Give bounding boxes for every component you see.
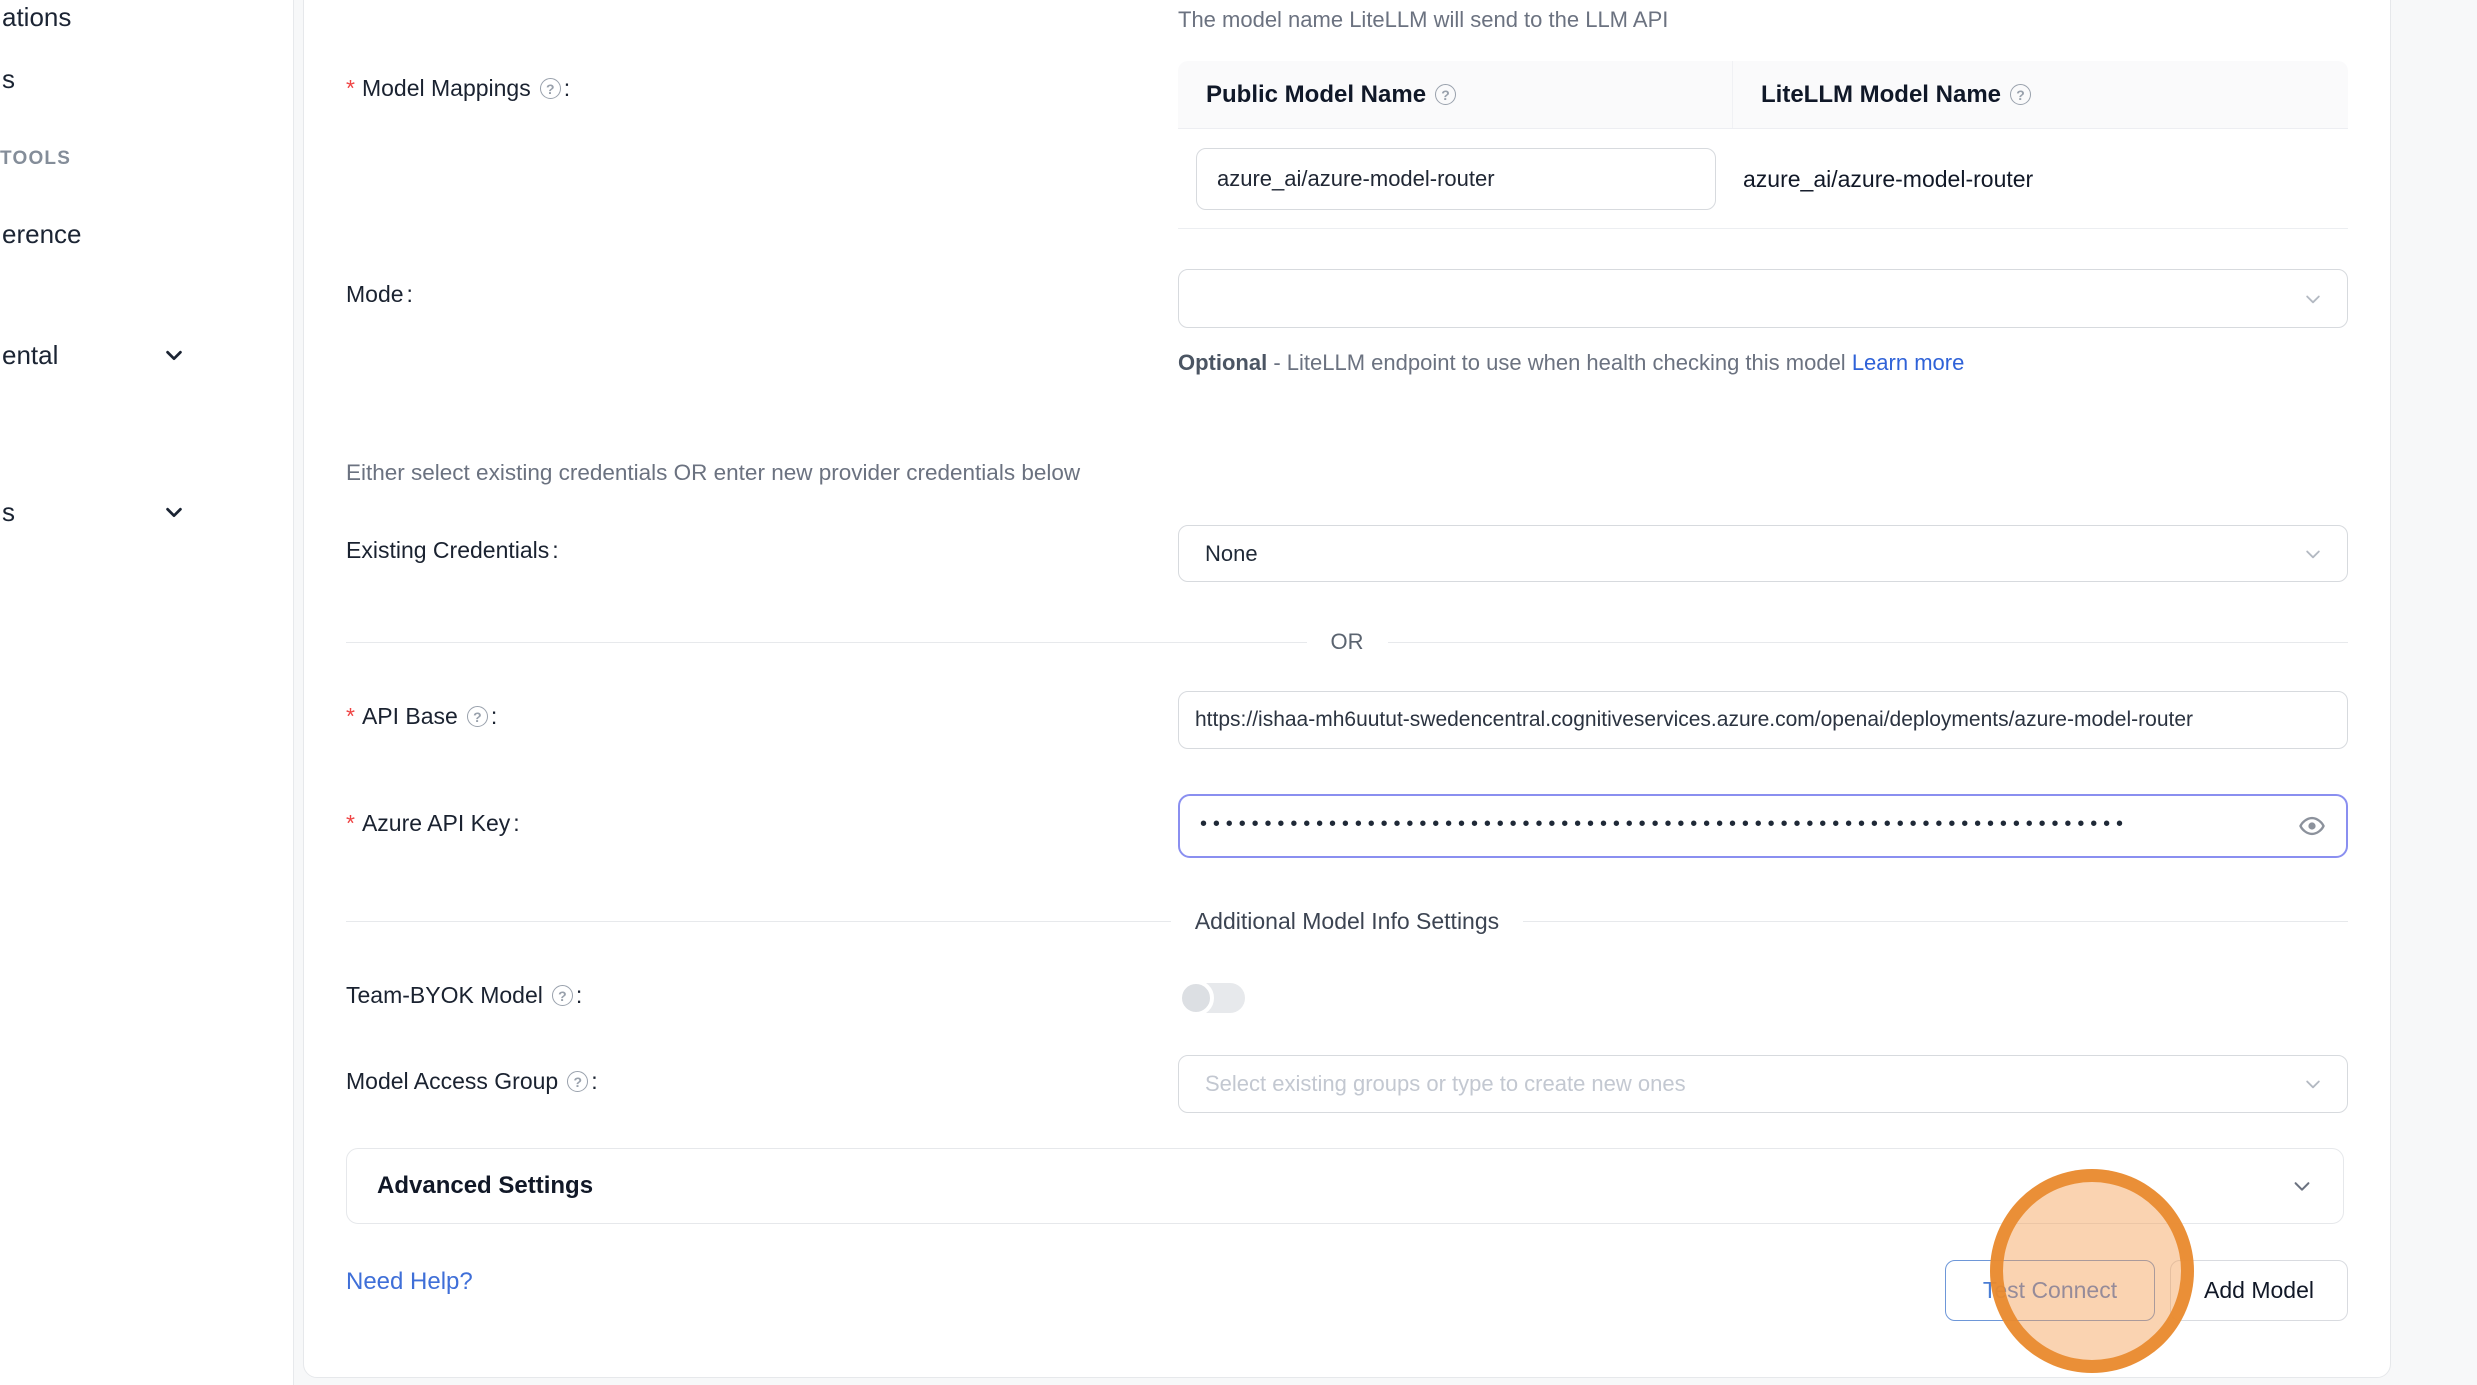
azure-api-key-label: * Azure API Key : xyxy=(346,810,520,837)
api-base-input[interactable]: https://ishaa-mh6uutut-swedencentral.cog… xyxy=(1178,691,2348,749)
chevron-down-icon xyxy=(2303,544,2323,564)
credentials-note: Either select existing credentials OR en… xyxy=(346,460,1080,486)
mode-select[interactable] xyxy=(1178,269,2348,328)
existing-credentials-label: Existing Credentials: xyxy=(346,537,559,564)
column-public-model-name: Public Model Name ? xyxy=(1178,81,1732,109)
sidebar-item-s2[interactable]: s xyxy=(2,497,15,528)
or-divider: OR xyxy=(346,629,2348,655)
team-byok-label: Team-BYOK Model ? : xyxy=(346,982,582,1009)
sidebar-item-erence[interactable]: erence xyxy=(2,219,82,250)
team-byok-toggle[interactable] xyxy=(1181,983,1245,1013)
litellm-model-name-value: azure_ai/azure-model-router xyxy=(1743,129,2033,229)
table-row: azure_ai/azure-model-router xyxy=(1178,129,2348,229)
eye-icon[interactable] xyxy=(2298,812,2326,840)
model-access-group-select[interactable]: Select existing groups or type to create… xyxy=(1178,1055,2348,1113)
help-icon[interactable]: ? xyxy=(467,706,488,727)
page: ations s TOOLS erence ental s The model … xyxy=(0,0,2477,1385)
divider-line xyxy=(1388,642,2349,643)
mode-helper-text: Optional - LiteLLM endpoint to use when … xyxy=(1178,343,2008,383)
help-icon[interactable]: ? xyxy=(540,78,561,99)
chevron-down-icon xyxy=(2291,1175,2313,1197)
chevron-down-icon xyxy=(2303,289,2323,309)
chevron-down-icon xyxy=(2303,1074,2323,1094)
need-help-link[interactable]: Need Help? xyxy=(346,1268,473,1296)
divider-line xyxy=(346,921,1171,922)
required-asterisk: * xyxy=(346,810,355,837)
highlight-circle xyxy=(1990,1169,2194,1373)
sidebar-item-s1[interactable]: s xyxy=(2,64,15,95)
chevron-down-icon[interactable] xyxy=(163,501,185,523)
sidebar-item-ations[interactable]: ations xyxy=(2,2,71,33)
help-icon[interactable]: ? xyxy=(567,1071,588,1092)
divider-line xyxy=(346,642,1307,643)
sidebar: ations s TOOLS erence ental s xyxy=(0,0,294,1385)
toggle-knob xyxy=(1178,980,1214,1016)
help-icon[interactable]: ? xyxy=(552,985,573,1006)
sidebar-section-tools: TOOLS xyxy=(0,148,71,170)
azure-api-key-input[interactable]: ••••••••••••••••••••••••••••••••••••••••… xyxy=(1178,794,2348,858)
model-mappings-label: * Model Mappings ? : xyxy=(346,75,570,102)
help-icon[interactable]: ? xyxy=(2010,84,2031,105)
divider-line xyxy=(1523,921,2348,922)
mode-label: Mode: xyxy=(346,281,413,308)
required-asterisk: * xyxy=(346,703,355,730)
existing-credentials-select[interactable]: None xyxy=(1178,525,2348,582)
model-name-hint: The model name LiteLLM will send to the … xyxy=(1178,7,1668,33)
required-asterisk: * xyxy=(346,75,355,102)
public-model-name-input[interactable] xyxy=(1196,148,1716,210)
model-mappings-table-header: Public Model Name ? LiteLLM Model Name ? xyxy=(1178,61,2348,129)
model-access-group-label: Model Access Group ? : xyxy=(346,1068,598,1095)
masked-password-value: ••••••••••••••••••••••••••••••••••••••••… xyxy=(1200,813,2129,836)
chevron-down-icon[interactable] xyxy=(163,344,185,366)
sidebar-item-ental[interactable]: ental xyxy=(2,340,58,371)
column-litellm-model-name: LiteLLM Model Name ? xyxy=(1732,61,2348,128)
help-icon[interactable]: ? xyxy=(1435,84,1456,105)
additional-settings-divider: Additional Model Info Settings xyxy=(346,908,2348,935)
model-mappings-table: Public Model Name ? LiteLLM Model Name ?… xyxy=(1178,61,2348,229)
add-model-button[interactable]: Add Model xyxy=(2170,1260,2348,1321)
learn-more-link[interactable]: Learn more xyxy=(1852,350,1965,375)
api-base-label: * API Base ? : xyxy=(346,703,497,730)
